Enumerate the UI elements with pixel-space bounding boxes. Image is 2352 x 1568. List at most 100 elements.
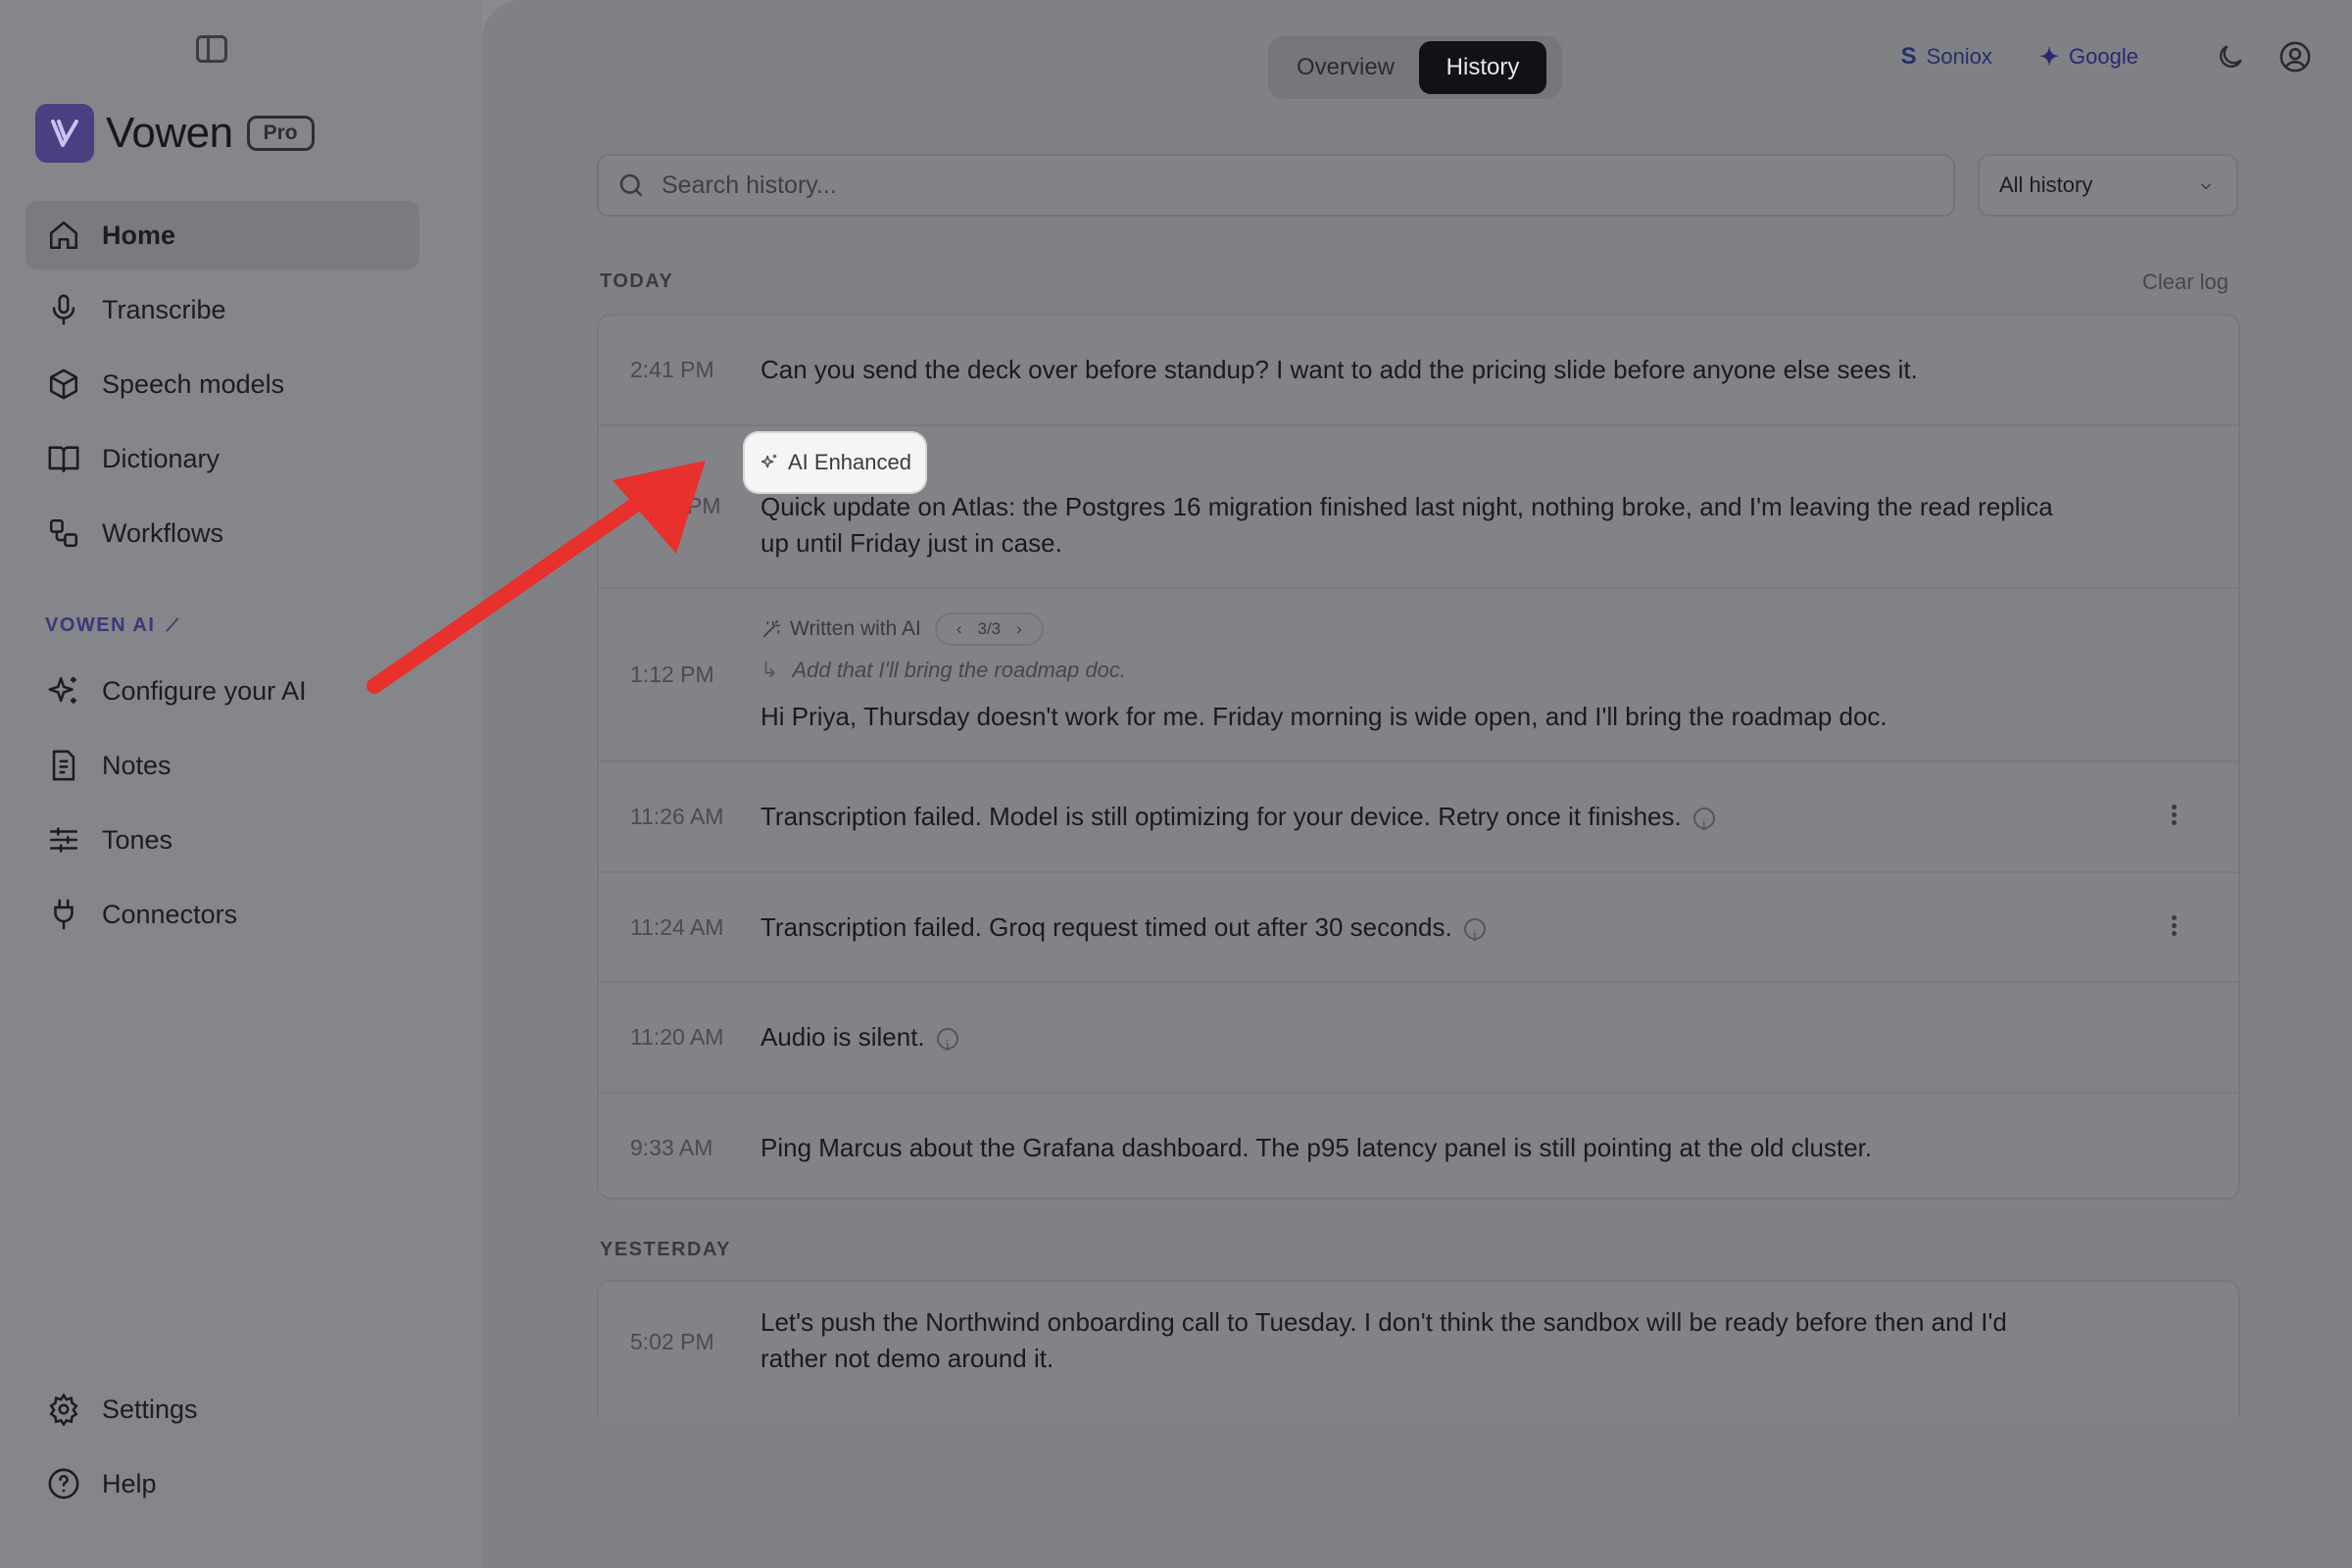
- entry-text: Quick update on Atlas: the Postgres 16 m…: [760, 492, 2053, 558]
- plan-badge: Pro: [246, 116, 315, 151]
- sidebar-toggle-icon[interactable]: [196, 35, 227, 63]
- entry-text: Let's push the Northwind onboarding call…: [760, 1307, 2007, 1373]
- help-icon: [48, 1468, 79, 1499]
- gear-icon: [49, 1393, 78, 1426]
- sidebar-item-transcribe[interactable]: Transcribe: [25, 275, 419, 344]
- cube-icon: [49, 368, 78, 400]
- sidebar-item-help[interactable]: Help: [25, 1449, 419, 1518]
- badge-label: AI Enhanced: [788, 450, 911, 474]
- search-input[interactable]: [662, 171, 1936, 200]
- sidebar-item-settings[interactable]: Settings: [25, 1375, 419, 1444]
- view-switcher: Overview History: [1268, 36, 1562, 99]
- sidebar-item-notes[interactable]: Notes: [25, 731, 419, 800]
- magic-wand-icon: [762, 619, 781, 638]
- more-options-icon[interactable]: [2170, 802, 2178, 828]
- info-icon[interactable]: [1692, 808, 1715, 844]
- sparkles-icon: [48, 676, 76, 704]
- plug-icon: [54, 899, 74, 930]
- provider-label: Soniox: [1926, 44, 1992, 69]
- sidebar-item-configure-ai[interactable]: Configure your AI: [25, 657, 419, 725]
- info-icon[interactable]: [1463, 918, 1486, 955]
- entry-text: Transcription failed. Model is still opt…: [760, 802, 1682, 831]
- search-icon: [619, 173, 643, 197]
- entry-time: 2:41 PM: [630, 357, 714, 382]
- sidebar-item-home[interactable]: Home: [25, 201, 419, 270]
- chevron-down-icon: [2200, 183, 2212, 190]
- info-icon[interactable]: [936, 1028, 958, 1064]
- entry-time: 9:33 AM: [630, 1135, 713, 1160]
- sidebar-item-label: Workflows: [102, 517, 224, 548]
- clear-log-button[interactable]: Clear log: [2142, 270, 2229, 295]
- workflow-icon: [49, 518, 78, 548]
- sidebar-item-dictionary[interactable]: Dictionary: [25, 424, 419, 493]
- ai-enhanced-badge[interactable]: AI Enhanced: [745, 433, 925, 492]
- theme-toggle-button[interactable]: [2211, 37, 2250, 76]
- entry-text: Can you send the deck over before standu…: [760, 355, 1918, 384]
- tab-overview[interactable]: Overview: [1272, 41, 1419, 94]
- user-circle-icon: [2279, 41, 2311, 73]
- version-pager: ‹ 3/3 ›: [934, 612, 1044, 646]
- tab-history[interactable]: History: [1419, 41, 1546, 94]
- sparkles-icon: [760, 454, 777, 468]
- sidebar-item-label: Help: [102, 1468, 157, 1498]
- list-item[interactable]: 11:24 AM Transcription failed. Groq requ…: [599, 873, 2238, 983]
- list-item[interactable]: 2:41 PM Can you send the deck over befor…: [599, 316, 2238, 426]
- entry-text-wrap: Transcription failed. Groq request timed…: [760, 909, 2064, 955]
- chevron-left-icon[interactable]: ‹: [956, 619, 962, 639]
- soniox-icon: S: [1900, 43, 1917, 70]
- entry-text-wrap: Transcription failed. Model is still opt…: [760, 799, 2064, 844]
- main-nav: Home Transcribe Speech models Dictionary…: [25, 201, 419, 573]
- sidebar-item-label: Configure your AI: [102, 675, 307, 706]
- home-icon: [49, 220, 78, 250]
- sidebar-item-label: Connectors: [102, 899, 238, 929]
- sidebar-item-speech-models[interactable]: Speech models: [25, 350, 419, 418]
- list-item[interactable]: 9:33 AM Ping Marcus about the Grafana da…: [599, 1094, 2238, 1198]
- header-actions: S Soniox ✦ Google: [1901, 37, 2315, 76]
- sidebar-item-connectors[interactable]: Connectors: [25, 880, 419, 949]
- vowen-logo-icon: [35, 104, 94, 163]
- sidebar-item-workflows[interactable]: Workflows: [25, 499, 419, 567]
- document-icon: [52, 750, 75, 781]
- history-filter-select[interactable]: All history: [1978, 154, 2238, 217]
- provider-google[interactable]: ✦ Google: [2039, 43, 2138, 72]
- sidebar-item-label: Notes: [102, 750, 172, 780]
- account-button[interactable]: [2276, 37, 2315, 76]
- sidebar-item-tones[interactable]: Tones: [25, 806, 419, 874]
- sidebar-item-label: Dictionary: [102, 443, 220, 473]
- list-item[interactable]: Written with AI ‹ 3/3 › 1:12 PM ↳ Add tha…: [599, 589, 2238, 762]
- search-box: [597, 154, 1955, 217]
- sidebar-item-label: Tones: [102, 824, 173, 855]
- sidebar: Vowen Pro Home Transcribe Speech models …: [0, 0, 482, 1568]
- chevron-right-icon[interactable]: ›: [1016, 619, 1022, 639]
- more-options-icon[interactable]: [2170, 912, 2178, 939]
- entry-text: Hi Priya, Thursday doesn't work for me. …: [760, 702, 1887, 731]
- reply-arrow-icon: ↳: [760, 658, 779, 682]
- entry-text: Ping Marcus about the Grafana dashboard.…: [760, 1133, 1873, 1162]
- sparkle-icon: ✦: [2038, 43, 2060, 71]
- list-item[interactable]: 11:20 AM Audio is silent.: [599, 983, 2238, 1094]
- entry-time: 11:24 AM: [630, 914, 724, 940]
- ai-instruction: ↳ Add that I'll bring the roadmap doc.: [760, 658, 1126, 682]
- app-logo: Vowen Pro: [35, 104, 315, 163]
- sidebar-item-label: Speech models: [102, 368, 285, 399]
- list-item[interactable]: 5:02 PM Let's push the Northwind onboard…: [599, 1282, 2238, 1417]
- annotation-arrow: [367, 461, 706, 694]
- app-name: Vowen: [106, 109, 233, 157]
- list-item[interactable]: 11:26 AM Transcription failed. Model is …: [599, 762, 2238, 873]
- entry-time: 11:20 AM: [630, 1024, 724, 1050]
- entry-time: 11:26 AM: [630, 804, 724, 829]
- sidebar-item-label: Transcribe: [102, 294, 226, 324]
- provider-soniox[interactable]: S Soniox: [1901, 43, 1992, 71]
- entry-time: 5:02 PM: [630, 1329, 714, 1354]
- entry-text-wrap: Audio is silent.: [760, 1019, 2064, 1064]
- pager-count: 3/3: [977, 619, 1002, 638]
- written-label: Written with AI: [790, 617, 921, 640]
- provider-label: Google: [2069, 44, 2138, 69]
- vowen-ai-section-label: VOWEN AI ⟋: [45, 614, 180, 636]
- moon-icon: [2220, 45, 2242, 68]
- wand-icon: ⟋: [166, 615, 180, 635]
- ai-nav: Configure your AI Notes Tones Connectors: [25, 657, 419, 955]
- microphone-icon: [52, 294, 75, 325]
- today-label: TODAY: [600, 270, 674, 292]
- sliders-icon: [49, 827, 78, 853]
